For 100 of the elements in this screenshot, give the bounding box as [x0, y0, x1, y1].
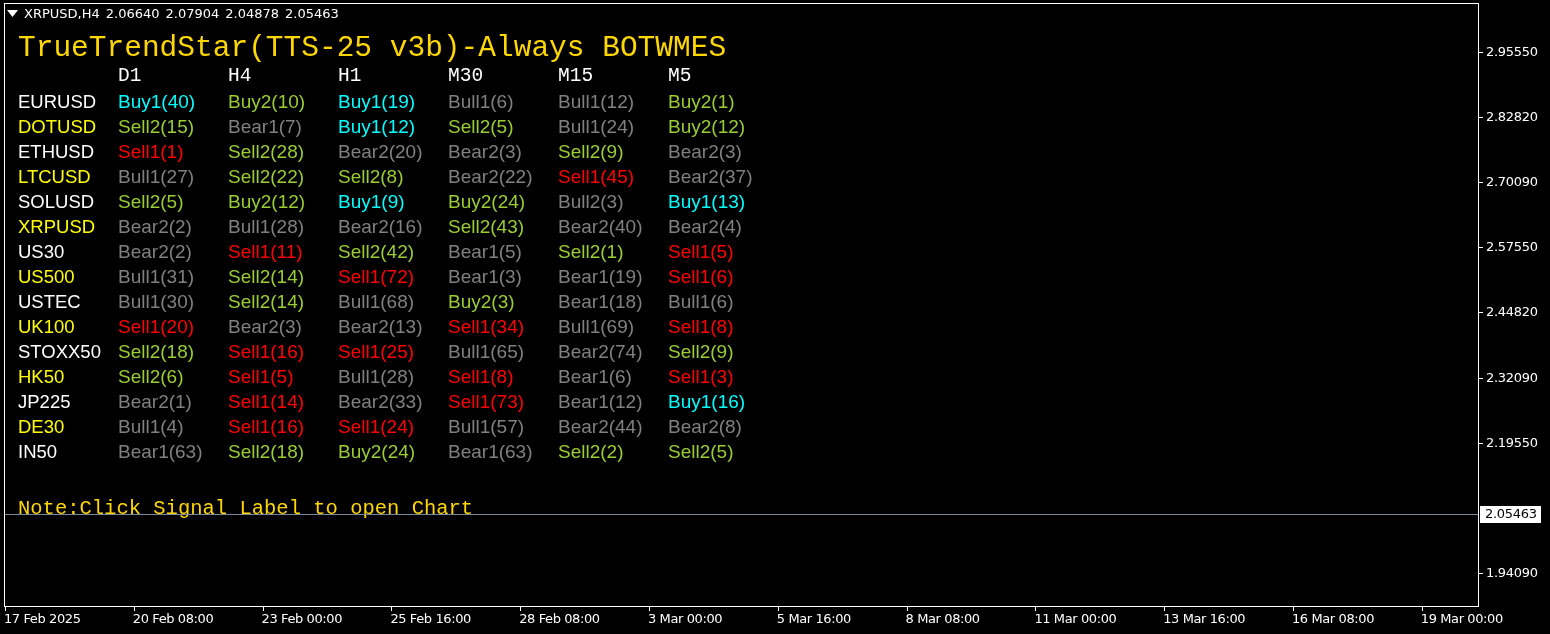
signal-label[interactable]: Bear2(3)	[448, 139, 558, 164]
signal-label[interactable]: Bear1(12)	[558, 389, 668, 414]
signal-label[interactable]: Sell1(34)	[448, 314, 558, 339]
signal-label[interactable]: Sell2(5)	[118, 189, 228, 214]
time-label: 20 Feb 08:00	[132, 611, 214, 627]
signal-label[interactable]: Sell1(11)	[228, 239, 338, 264]
signal-label[interactable]: Bear2(40)	[558, 214, 668, 239]
signal-label[interactable]: Bear2(44)	[558, 414, 668, 439]
signal-label[interactable]: Bull1(69)	[558, 314, 668, 339]
signal-label[interactable]: Sell2(5)	[448, 114, 558, 139]
signal-label[interactable]: Sell1(16)	[228, 414, 338, 439]
signal-label[interactable]: Bull1(4)	[118, 414, 228, 439]
signal-label[interactable]: Bear2(37)	[668, 164, 778, 189]
signal-label[interactable]: Bull2(3)	[558, 189, 668, 214]
price-label: 2.32090	[1486, 369, 1538, 386]
signal-label[interactable]: Bull1(6)	[448, 89, 558, 114]
signal-label[interactable]: Sell1(20)	[118, 314, 228, 339]
signal-label[interactable]: Sell1(45)	[558, 164, 668, 189]
signal-label[interactable]: Bear1(5)	[448, 239, 558, 264]
signal-label[interactable]: Bear2(74)	[558, 339, 668, 364]
signal-label[interactable]: Bear1(63)	[448, 439, 558, 464]
signal-label[interactable]: Buy2(12)	[668, 114, 778, 139]
time-label: 28 Feb 08:00	[519, 611, 600, 627]
signal-label[interactable]: Sell2(14)	[228, 289, 338, 314]
signal-label[interactable]: Sell1(5)	[668, 239, 778, 264]
signal-label[interactable]: Bear1(7)	[228, 114, 338, 139]
signal-label[interactable]: Buy2(10)	[228, 89, 338, 114]
signal-label[interactable]: Buy2(24)	[448, 189, 558, 214]
signal-label[interactable]: Buy1(19)	[338, 89, 448, 114]
signal-label[interactable]: Bear2(2)	[118, 239, 228, 264]
signal-label[interactable]: Bear1(19)	[558, 264, 668, 289]
signal-label[interactable]: Buy2(12)	[228, 189, 338, 214]
signal-label[interactable]: Bear2(3)	[668, 139, 778, 164]
panel-title: TrueTrendStar(TTS-25 v3b)-Always BOTWMES	[18, 31, 728, 65]
signal-label[interactable]: Bull1(6)	[668, 289, 778, 314]
signal-label[interactable]: Bear1(18)	[558, 289, 668, 314]
signal-label[interactable]: Bear2(22)	[448, 164, 558, 189]
signal-label[interactable]: Bull1(65)	[448, 339, 558, 364]
signal-label[interactable]: Bear2(8)	[668, 414, 778, 439]
signal-label[interactable]: Sell2(15)	[118, 114, 228, 139]
signal-label[interactable]: Bear1(6)	[558, 364, 668, 389]
dropdown-triangle-icon[interactable]	[7, 10, 18, 17]
signal-label[interactable]: Sell2(43)	[448, 214, 558, 239]
signal-label[interactable]: Sell2(18)	[118, 339, 228, 364]
signal-label[interactable]: Bull1(28)	[228, 214, 338, 239]
signal-label[interactable]: Bull1(57)	[448, 414, 558, 439]
signal-label[interactable]: Bear2(4)	[668, 214, 778, 239]
signal-label[interactable]: Sell1(3)	[668, 364, 778, 389]
signal-label[interactable]: Sell2(42)	[338, 239, 448, 264]
signal-label[interactable]: Bear2(20)	[338, 139, 448, 164]
signal-label[interactable]: Sell2(18)	[228, 439, 338, 464]
signal-label[interactable]: Bear1(63)	[118, 439, 228, 464]
price-label: 1.94090	[1486, 564, 1538, 581]
signal-label[interactable]: Sell2(14)	[228, 264, 338, 289]
signal-label[interactable]: Sell1(24)	[338, 414, 448, 439]
signal-label[interactable]: Sell1(16)	[228, 339, 338, 364]
signal-label[interactable]: Buy2(24)	[338, 439, 448, 464]
signal-label[interactable]: Sell1(8)	[668, 314, 778, 339]
signal-label[interactable]: Sell2(1)	[558, 239, 668, 264]
signal-label[interactable]: Bull1(24)	[558, 114, 668, 139]
signal-label[interactable]: Bull1(31)	[118, 264, 228, 289]
signal-label[interactable]: Sell2(28)	[228, 139, 338, 164]
signal-label[interactable]: Bull1(28)	[338, 364, 448, 389]
signal-label[interactable]: Buy1(16)	[668, 389, 778, 414]
signal-label[interactable]: Sell2(5)	[668, 439, 778, 464]
signal-label[interactable]: Sell1(1)	[118, 139, 228, 164]
signal-label[interactable]: Sell2(2)	[558, 439, 668, 464]
signal-label[interactable]: Sell2(22)	[228, 164, 338, 189]
signal-label[interactable]: Sell1(8)	[448, 364, 558, 389]
signal-label[interactable]: Bear2(2)	[118, 214, 228, 239]
time-label: 13 Mar 16:00	[1163, 611, 1246, 627]
signal-label[interactable]: Bull1(68)	[338, 289, 448, 314]
signal-label[interactable]: Bear2(1)	[118, 389, 228, 414]
signal-label[interactable]: Buy2(3)	[448, 289, 558, 314]
signal-label[interactable]: Sell1(73)	[448, 389, 558, 414]
signal-label[interactable]: Sell2(6)	[118, 364, 228, 389]
signal-label[interactable]: Buy1(9)	[338, 189, 448, 214]
signal-label[interactable]: Bear2(13)	[338, 314, 448, 339]
signal-label[interactable]: Bull1(27)	[118, 164, 228, 189]
signal-label[interactable]: Buy2(1)	[668, 89, 778, 114]
signal-label[interactable]: Sell1(72)	[338, 264, 448, 289]
signal-label[interactable]: Sell2(9)	[558, 139, 668, 164]
signal-label[interactable]: Buy1(13)	[668, 189, 778, 214]
signal-label[interactable]: Bear1(3)	[448, 264, 558, 289]
signal-label[interactable]: Bear2(16)	[338, 214, 448, 239]
signal-label[interactable]: Sell1(25)	[338, 339, 448, 364]
time-label: 23 Feb 00:00	[261, 611, 343, 627]
signal-label[interactable]: Sell2(8)	[338, 164, 448, 189]
signal-label[interactable]: Sell1(14)	[228, 389, 338, 414]
signal-label[interactable]: Sell2(9)	[668, 339, 778, 364]
symbol-label: DOTUSD	[18, 115, 98, 139]
signal-label[interactable]: Bull1(30)	[118, 289, 228, 314]
signal-label[interactable]: Buy1(40)	[118, 89, 228, 114]
chart-symbol: XRPUSD,H4	[24, 6, 100, 21]
signal-label[interactable]: Sell1(6)	[668, 264, 778, 289]
signal-label[interactable]: Bull1(12)	[558, 89, 668, 114]
signal-label[interactable]: Bear2(3)	[228, 314, 338, 339]
signal-label[interactable]: Sell1(5)	[228, 364, 338, 389]
signal-label[interactable]: Bear2(33)	[338, 389, 448, 414]
signal-label[interactable]: Buy1(12)	[338, 114, 448, 139]
